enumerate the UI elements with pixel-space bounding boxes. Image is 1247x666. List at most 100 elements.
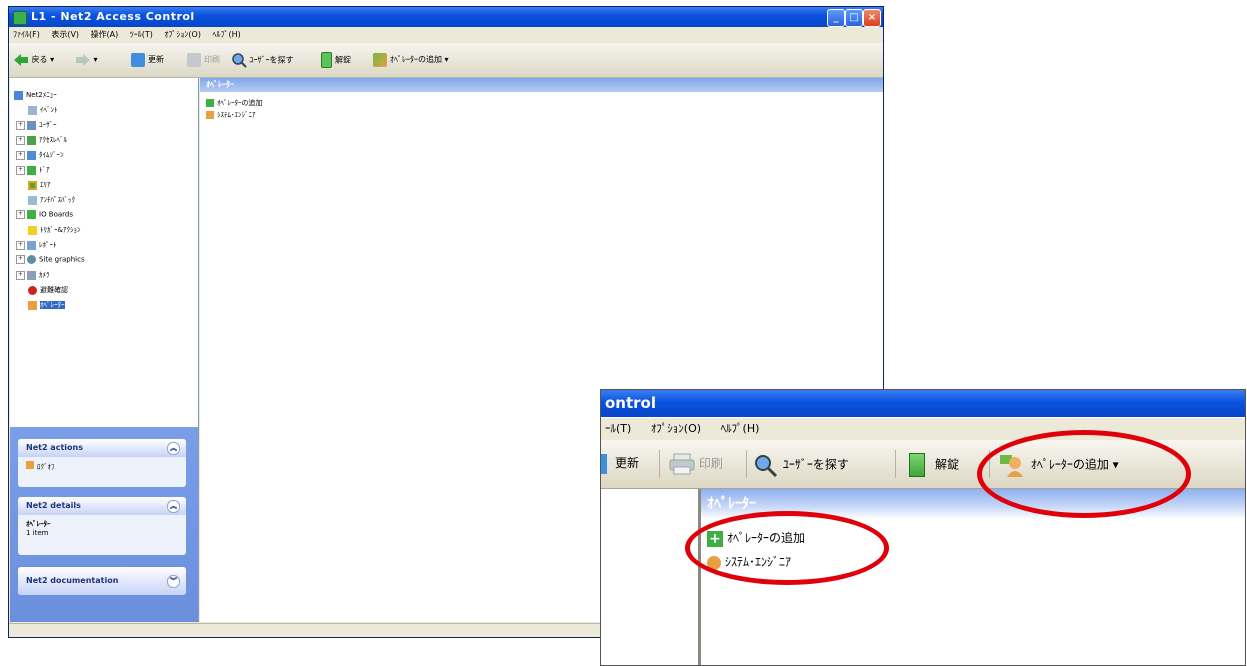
logoff-link[interactable]: ﾛｸﾞｵﾌ bbox=[18, 457, 186, 476]
expand-icon[interactable]: + bbox=[16, 135, 25, 145]
details-type: ｵﾍﾟﾚｰﾀｰ bbox=[26, 520, 51, 528]
inset-add-operator-item[interactable]: + ｵﾍﾟﾚｰﾀｰの追加 bbox=[707, 529, 805, 547]
forward-arrow-icon bbox=[76, 53, 90, 66]
toolbar-separator bbox=[659, 450, 660, 478]
expand-icon[interactable]: + bbox=[16, 165, 25, 175]
site-graphics-icon bbox=[27, 255, 36, 264]
expand-icon[interactable]: + bbox=[16, 255, 25, 264]
printer-icon bbox=[669, 453, 695, 475]
tree-item-antipassback[interactable]: ｱﾝﾁﾊﾟｽﾊﾞｯｸ bbox=[28, 195, 75, 205]
inset-menu-tools[interactable]: ｰﾙ(T) bbox=[605, 422, 631, 435]
operator-icon bbox=[28, 300, 37, 310]
menu-options[interactable]: ｵﾌﾟｼｮﾝ(O) bbox=[160, 27, 205, 40]
inset-menu-options[interactable]: ｵﾌﾟｼｮﾝ(O) bbox=[651, 422, 701, 435]
unlock-button[interactable]: 解錠 bbox=[321, 52, 351, 68]
menu-file[interactable]: ﾌｧｲﾙ(F) bbox=[9, 27, 44, 40]
inset-content-header: ｵﾍﾟﾚｰﾀｰ bbox=[701, 489, 1245, 519]
inset-system-engineer-item[interactable]: ｼｽﾃﾑ･ｴﾝｼﾞﾆｱ bbox=[707, 553, 791, 570]
tree-item-access-levels[interactable]: + ｱｸｾｽﾚﾍﾞﾙ bbox=[16, 135, 67, 145]
tree-item-users[interactable]: + ﾕｰｻﾞｰ bbox=[16, 120, 57, 130]
add-operator-button[interactable]: ｵﾍﾟﾚｰﾀｰの追加 ▾ bbox=[373, 52, 449, 68]
expand-icon[interactable]: + bbox=[16, 120, 25, 130]
expand-icon[interactable]: + bbox=[16, 240, 25, 250]
printer-icon bbox=[187, 52, 201, 67]
maximize-button[interactable]: □ bbox=[845, 9, 863, 27]
system-engineer-item[interactable]: ｼｽﾃﾑ･ｴﾝｼﾞﾆｱ bbox=[206, 110, 256, 120]
minimize-button[interactable]: _ bbox=[827, 9, 845, 27]
menu-action[interactable]: 操作(A) bbox=[87, 27, 123, 40]
antipassback-icon bbox=[28, 195, 37, 205]
evacuation-icon bbox=[28, 285, 37, 295]
inset-menu-help[interactable]: ﾍﾙﾌﾟ(H) bbox=[721, 422, 760, 435]
tree-item-cameras[interactable]: + ｶﾒﾗ bbox=[16, 270, 50, 280]
net2-details-header[interactable]: Net2 details ︽ bbox=[18, 497, 186, 515]
users-icon bbox=[27, 120, 36, 130]
menu-view[interactable]: 表示(V) bbox=[47, 27, 83, 40]
refresh-icon bbox=[131, 52, 145, 67]
add-icon: + bbox=[707, 530, 723, 547]
refresh-icon bbox=[601, 453, 607, 474]
inset-navigation-pane bbox=[601, 489, 701, 665]
report-icon bbox=[27, 240, 36, 250]
door-icon bbox=[27, 165, 36, 175]
expand-icon[interactable]: + bbox=[16, 150, 25, 160]
add-operator-item[interactable]: ｵﾍﾟﾚｰﾀｰの追加 bbox=[206, 98, 263, 108]
print-button[interactable]: 印刷 bbox=[187, 52, 220, 68]
back-arrow-icon bbox=[14, 53, 28, 66]
collapse-icon[interactable]: ︽ bbox=[167, 442, 180, 455]
expand-icon[interactable]: ︾ bbox=[167, 575, 180, 588]
area-icon bbox=[28, 180, 37, 190]
add-icon bbox=[206, 99, 214, 107]
inset-print-button[interactable]: 印刷 bbox=[669, 453, 723, 475]
forward-button[interactable]: ▾ bbox=[75, 52, 98, 68]
details-count: 1 item bbox=[26, 529, 49, 537]
inset-unlock-button[interactable]: 解錠 bbox=[909, 453, 959, 477]
door-icon bbox=[909, 453, 925, 477]
close-button[interactable]: × bbox=[863, 9, 881, 27]
inset-add-operator-button[interactable]: ｵﾍﾟﾚｰﾀｰの追加 ▾ bbox=[999, 453, 1119, 477]
expand-icon[interactable]: + bbox=[16, 270, 25, 280]
tree-item-doors[interactable]: + ﾄﾞｱ bbox=[16, 165, 50, 175]
add-operator-icon bbox=[373, 52, 387, 67]
tree-item-timezones[interactable]: + ﾀｲﾑｿﾞｰﾝ bbox=[16, 150, 64, 160]
title-bar[interactable]: L1 - Net2 Access Control _ □ × bbox=[9, 7, 883, 27]
refresh-button[interactable]: 更新 bbox=[131, 52, 164, 68]
task-pane: Net2 actions ︽ ﾛｸﾞｵﾌ Net2 details ︽ ｵﾍﾟﾚｰﾀ… bbox=[10, 427, 198, 622]
expand-icon[interactable]: + bbox=[16, 210, 25, 219]
timezone-icon bbox=[27, 150, 36, 160]
menu-tools[interactable]: ﾂｰﾙ(T) bbox=[126, 27, 157, 40]
tree-item-areas[interactable]: ｴﾘｱ bbox=[28, 180, 51, 190]
net2-documentation-header[interactable]: Net2 documentation ︾ bbox=[18, 567, 186, 595]
inset-title-bar: ontrol bbox=[601, 390, 1245, 417]
tree-item-operators[interactable]: ｵﾍﾟﾚｰﾀｰ bbox=[28, 300, 65, 310]
add-operator-icon bbox=[1000, 455, 1023, 477]
toolbar: 戻る ▾ ▾ 更新 印刷 ﾕｰｻﾞｰを探す 解錠 ｵﾍﾟﾚｰﾀｰの追加 ▾ bbox=[9, 43, 883, 78]
tree-item-io-boards[interactable]: + IO Boards bbox=[16, 210, 73, 219]
find-user-button[interactable]: ﾕｰｻﾞｰを探す bbox=[231, 52, 294, 68]
inset-find-user-button[interactable]: ﾕｰｻﾞｰを探す bbox=[753, 453, 849, 478]
net2-actions-panel: Net2 actions ︽ ﾛｸﾞｵﾌ bbox=[18, 439, 186, 487]
tree-item-evacuation[interactable]: 避難確認 bbox=[28, 285, 68, 295]
net2-menu-icon bbox=[14, 90, 23, 100]
operator-icon bbox=[707, 555, 721, 570]
magnifier-icon bbox=[755, 455, 778, 478]
collapse-icon[interactable]: ︽ bbox=[167, 500, 180, 513]
tree-item-triggers[interactable]: ﾄﾘｶﾞｰ&ｱｸｼｮﾝ bbox=[28, 225, 80, 235]
door-icon bbox=[321, 52, 332, 68]
net2-actions-header[interactable]: Net2 actions ︽ bbox=[18, 439, 186, 457]
tree-item-net2-menu[interactable]: Net2ﾒﾆｭｰ bbox=[14, 90, 57, 100]
menu-help[interactable]: ﾍﾙﾌﾟ(H) bbox=[208, 27, 244, 40]
inset-refresh-button[interactable]: 更新 bbox=[601, 453, 639, 474]
io-board-icon bbox=[27, 210, 36, 219]
zoomed-inset: ontrol ｰﾙ(T) ｵﾌﾟｼｮﾝ(O) ﾍﾙﾌﾟ(H) 更新 印刷 ﾕｰｻ… bbox=[600, 389, 1246, 666]
inset-menu-bar: ｰﾙ(T) ｵﾌﾟｼｮﾝ(O) ﾍﾙﾌﾟ(H) bbox=[601, 418, 1245, 440]
tree-item-events[interactable]: ｲﾍﾞﾝﾄ bbox=[28, 105, 58, 115]
tree-item-reports[interactable]: + ﾚﾎﾟｰﾄ bbox=[16, 240, 57, 250]
toolbar-separator bbox=[895, 450, 896, 478]
magnifier-icon bbox=[232, 53, 247, 68]
camera-icon bbox=[27, 270, 36, 280]
operator-icon bbox=[206, 111, 214, 119]
tree-item-site-graphics[interactable]: + Site graphics bbox=[16, 255, 85, 264]
back-button[interactable]: 戻る ▾ bbox=[13, 52, 54, 68]
window-title: L1 - Net2 Access Control bbox=[31, 10, 195, 23]
